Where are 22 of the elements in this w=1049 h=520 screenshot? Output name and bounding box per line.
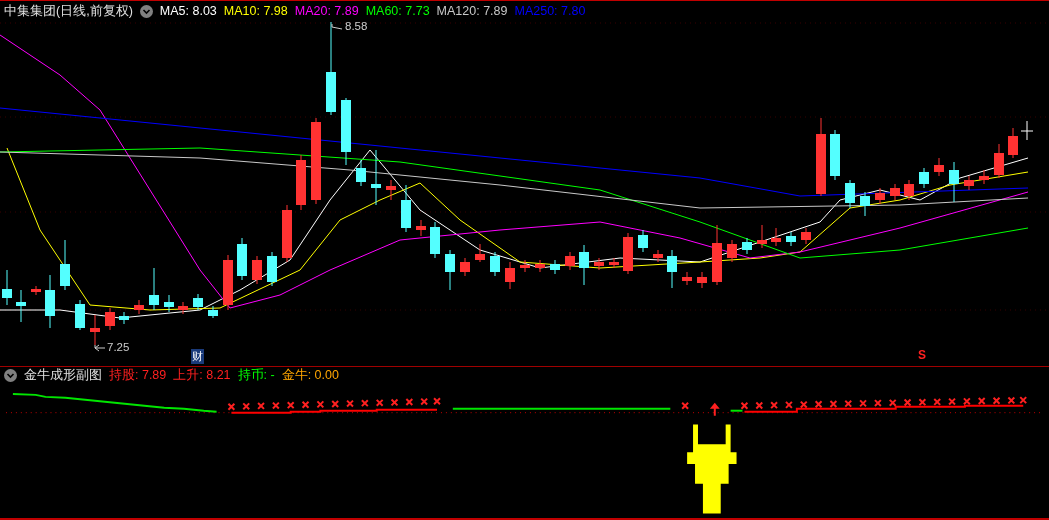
cross-mark-icon xyxy=(681,401,690,410)
pointer-arrow-icon xyxy=(331,23,343,30)
ma-legend-value: MA120: 7.89 xyxy=(436,4,508,19)
indicator-readout: 金牛: 0.00 xyxy=(281,367,339,385)
ma-legend-value: MA5: 8.03 xyxy=(159,4,217,19)
ma-legend-value: MA20: 7.89 xyxy=(294,4,359,19)
collapse-icon[interactable] xyxy=(139,4,153,18)
indicator-readout: 上升: 8.21 xyxy=(173,367,231,385)
ma-legend-value: MA250: 7.80 xyxy=(514,4,586,19)
indicator-readout: 持股: 7.89 xyxy=(109,367,167,385)
high-price-label: 8.58 xyxy=(345,19,368,32)
sell-signal-mark: S xyxy=(918,347,926,362)
indicator-readout: 持币: - xyxy=(237,367,275,385)
pointer-arrow-icon xyxy=(94,344,106,352)
up-arrow-icon xyxy=(709,402,720,416)
chart-title: 中集集团(日线,前复权) xyxy=(4,2,133,20)
indicator-title: 金牛成形副图 xyxy=(24,367,102,385)
finance-event-tag[interactable]: 财 xyxy=(191,348,204,364)
ma-legend-value: MA10: 7.98 xyxy=(223,4,288,19)
collapse-icon[interactable] xyxy=(4,369,17,383)
low-price-label: 7.25 xyxy=(107,340,130,353)
ma-legend-value: MA60: 7.73 xyxy=(365,4,430,19)
